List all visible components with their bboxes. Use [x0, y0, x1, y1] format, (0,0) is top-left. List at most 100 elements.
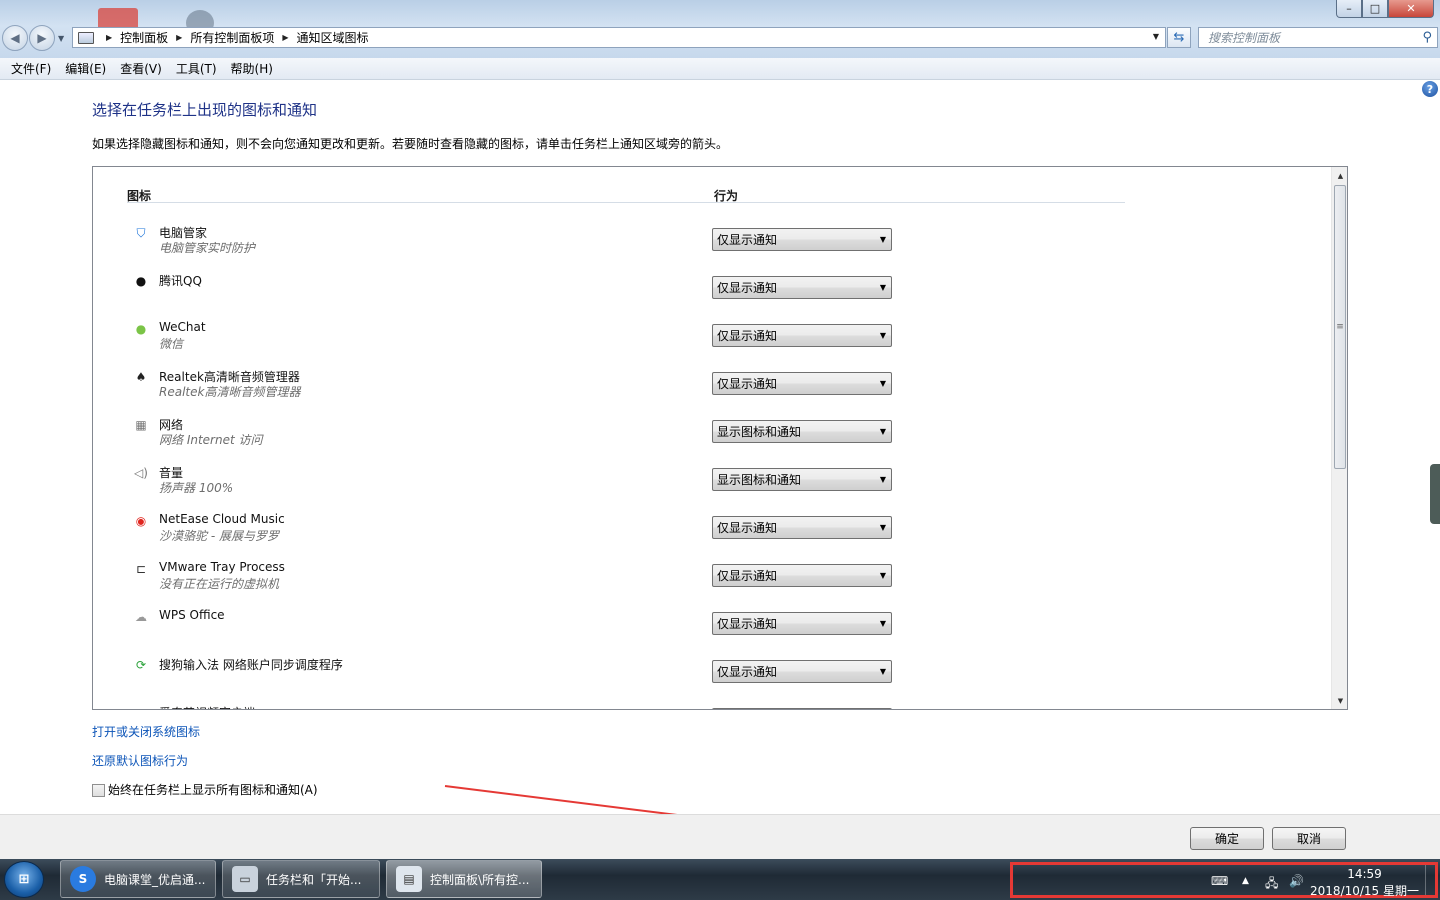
menu-help[interactable]: 帮助(H) [224, 60, 280, 77]
arrow-right-icon: ▶ [37, 31, 47, 45]
chevron-down-icon: ▼ [879, 667, 886, 676]
list-row: ▦ 网络 网络 Internet 访问 显示图标和通知 ▼ [93, 413, 1323, 461]
menu-tools[interactable]: 工具(T) [169, 60, 224, 77]
behavior-dropdown[interactable]: 仅显示通知 ▼ [712, 564, 892, 587]
behavior-dropdown[interactable]: 仅显示通知 ▼ [712, 612, 892, 635]
sogou-sync-icon: ⟳ [135, 658, 147, 672]
system-icons-link[interactable]: 打开或关闭系统图标 [92, 723, 200, 740]
scroll-up-icon[interactable]: ▲ [1332, 167, 1347, 184]
control-panel-icon: ▤ [396, 866, 422, 892]
chevron-right-icon[interactable]: ▶ [106, 33, 112, 42]
chevron-right-icon[interactable]: ▶ [176, 33, 182, 42]
behavior-dropdown[interactable]: 仅显示通知 ▼ [712, 276, 892, 299]
close-button[interactable]: ✕ [1388, 0, 1434, 18]
menu-file[interactable]: 文件(F) [4, 60, 58, 77]
behavior-dropdown[interactable]: 仅显示通知 ▼ [712, 516, 892, 539]
menu-edit[interactable]: 编辑(E) [58, 60, 113, 77]
behavior-dropdown[interactable]: 仅显示通知 ▼ [712, 372, 892, 395]
keyboard-icon[interactable]: ⌨ [1211, 874, 1228, 888]
notification-icons-list[interactable]: 图标 行为 ⛉ 电脑管家 电脑管家实时防护 仅显示通知 ▼ ● 腾讯QQ 仅显示通知 ▼ ● WeC… [92, 166, 1348, 710]
menu-view[interactable]: 查看(V) [113, 60, 169, 77]
app-name: 搜狗输入法 网络账户同步调度程序 [159, 658, 343, 672]
taskbar-item-taskbar-props[interactable]: ▭ 任务栏和「开始... [222, 860, 380, 898]
chevron-right-icon[interactable]: ▶ [282, 33, 288, 42]
address-dropdown-icon[interactable]: ▼ [1153, 32, 1159, 41]
restore-defaults-link[interactable]: 还原默认图标行为 [92, 752, 188, 769]
behavior-dropdown[interactable]: ▼ [712, 708, 892, 709]
refresh-icon: ⇆ [1173, 30, 1185, 45]
help-icon[interactable]: ? [1422, 81, 1438, 97]
behavior-dropdown[interactable]: 显示图标和通知 ▼ [712, 468, 892, 491]
dialog-footer: 确定 取消 [0, 814, 1440, 859]
recent-pages-dropdown[interactable]: ▼ [58, 34, 64, 43]
iqiyi-icon: ▣ [133, 705, 149, 709]
clock-date: 2018/10/15 星期一 [1310, 884, 1419, 898]
behavior-dropdown[interactable]: 仅显示通知 ▼ [712, 228, 892, 251]
breadcrumb-all-items[interactable]: 所有控制面板项 [190, 29, 274, 46]
behavior-value: 仅显示通知 [717, 233, 778, 247]
app-name: 腾讯QQ [159, 274, 202, 288]
app-description: Realtek高清晰音频管理器 [159, 385, 301, 399]
page-title: 选择在任务栏上出现的图标和通知 [92, 101, 318, 119]
chevron-down-icon: ▼ [879, 571, 886, 580]
chevron-down-icon: ▼ [879, 379, 886, 388]
list-row: ▣ 爱奇艺视频客户端 ▼ [93, 701, 1323, 709]
behavior-value: 仅显示通知 [717, 329, 778, 343]
maximize-button[interactable]: □ [1362, 0, 1388, 18]
windows-logo-icon: ⊞ [18, 872, 30, 887]
search-icon[interactable]: ⚲ [1422, 30, 1432, 45]
wps-cloud-icon: ☁ [135, 610, 147, 624]
notification-area-highlight: ⌨ ▲ 🖧 🔊 14:59 2018/10/15 星期一 [1010, 862, 1438, 898]
list-row: ♠ Realtek高清晰音频管理器 Realtek高清晰音频管理器 仅显示通知 ▼ [93, 365, 1323, 413]
ok-button[interactable]: 确定 [1190, 827, 1264, 850]
breadcrumb-control-panel[interactable]: 控制面板 [120, 29, 168, 46]
behavior-dropdown[interactable]: 仅显示通知 ▼ [712, 660, 892, 683]
behavior-value: 仅显示通知 [717, 377, 778, 391]
chevron-down-icon: ▼ [879, 475, 886, 484]
show-hidden-icons-arrow-icon[interactable]: ▲ [1242, 876, 1249, 886]
chevron-down-icon: ▼ [879, 427, 886, 436]
behavior-dropdown[interactable]: 显示图标和通知 ▼ [712, 420, 892, 443]
show-desktop-button[interactable] [1425, 865, 1435, 895]
behavior-value: 显示图标和通知 [717, 425, 802, 439]
breadcrumb: ▶ 控制面板 ▶ 所有控制面板项 ▶ 通知区域图标 [98, 29, 369, 46]
list-row: ◁) 音量 扬声器 100% 显示图标和通知 ▼ [93, 461, 1323, 509]
clock[interactable]: 14:59 2018/10/15 星期一 [1310, 866, 1419, 900]
sogou-s-icon: S [70, 866, 96, 892]
shield-icon: ⛉ [136, 225, 146, 240]
taskbar-item-control-panel[interactable]: ▤ 控制面板\所有控... [386, 860, 542, 898]
app-description: 微信 [159, 337, 184, 351]
app-description: 沙漠骆驼 - 展展与罗罗 [159, 529, 279, 543]
network-icon[interactable]: 🖧 [1265, 874, 1278, 895]
refresh-button[interactable]: ⇆ [1167, 27, 1191, 48]
behavior-dropdown[interactable]: 仅显示通知 ▼ [712, 324, 892, 347]
side-gadget[interactable] [1430, 464, 1440, 524]
volume-icon[interactable]: 🔊 [1289, 874, 1304, 888]
taskbar-item-browser[interactable]: S 电脑课堂_优启通... [60, 860, 216, 898]
app-name: WeChat [159, 320, 206, 334]
page-description: 如果选择隐藏图标和通知，则不会向您通知更改和更新。若要随时查看隐藏的图标，请单击… [92, 137, 729, 151]
always-show-checkbox-row[interactable]: 始终在任务栏上显示所有图标和通知(A) [92, 781, 318, 798]
app-description: 扬声器 100% [159, 481, 234, 495]
always-show-checkbox[interactable] [92, 784, 105, 797]
scroll-thumb[interactable]: ≡ [1334, 185, 1346, 469]
app-name: WPS Office [159, 608, 225, 622]
vertical-scrollbar[interactable]: ▲ ≡ ▼ [1331, 167, 1347, 709]
scroll-down-icon[interactable]: ▼ [1332, 692, 1347, 709]
breadcrumb-notification-icons[interactable]: 通知区域图标 [297, 29, 369, 46]
behavior-value: 仅显示通知 [717, 281, 778, 295]
taskbar-item-label: 控制面板\所有控... [430, 872, 530, 887]
behavior-value: 仅显示通知 [717, 521, 778, 535]
chevron-down-icon: ▼ [879, 523, 886, 532]
cancel-button[interactable]: 取消 [1272, 827, 1346, 850]
address-bar[interactable]: ▶ 控制面板 ▶ 所有控制面板项 ▶ 通知区域图标 ▼ [72, 27, 1166, 48]
list-row: ● WeChat 微信 仅显示通知 ▼ [93, 317, 1323, 365]
back-button[interactable]: ◀ [2, 25, 28, 51]
start-button[interactable]: ⊞ [4, 861, 44, 898]
minimize-button[interactable]: – [1336, 0, 1362, 18]
list-row: ⟳ 搜狗输入法 网络账户同步调度程序 仅显示通知 ▼ [93, 653, 1323, 701]
header-divider [127, 202, 1125, 203]
behavior-value: 仅显示通知 [717, 665, 778, 679]
search-input[interactable]: 搜索控制面板 ⚲ [1198, 27, 1438, 48]
forward-button[interactable]: ▶ [29, 25, 55, 51]
